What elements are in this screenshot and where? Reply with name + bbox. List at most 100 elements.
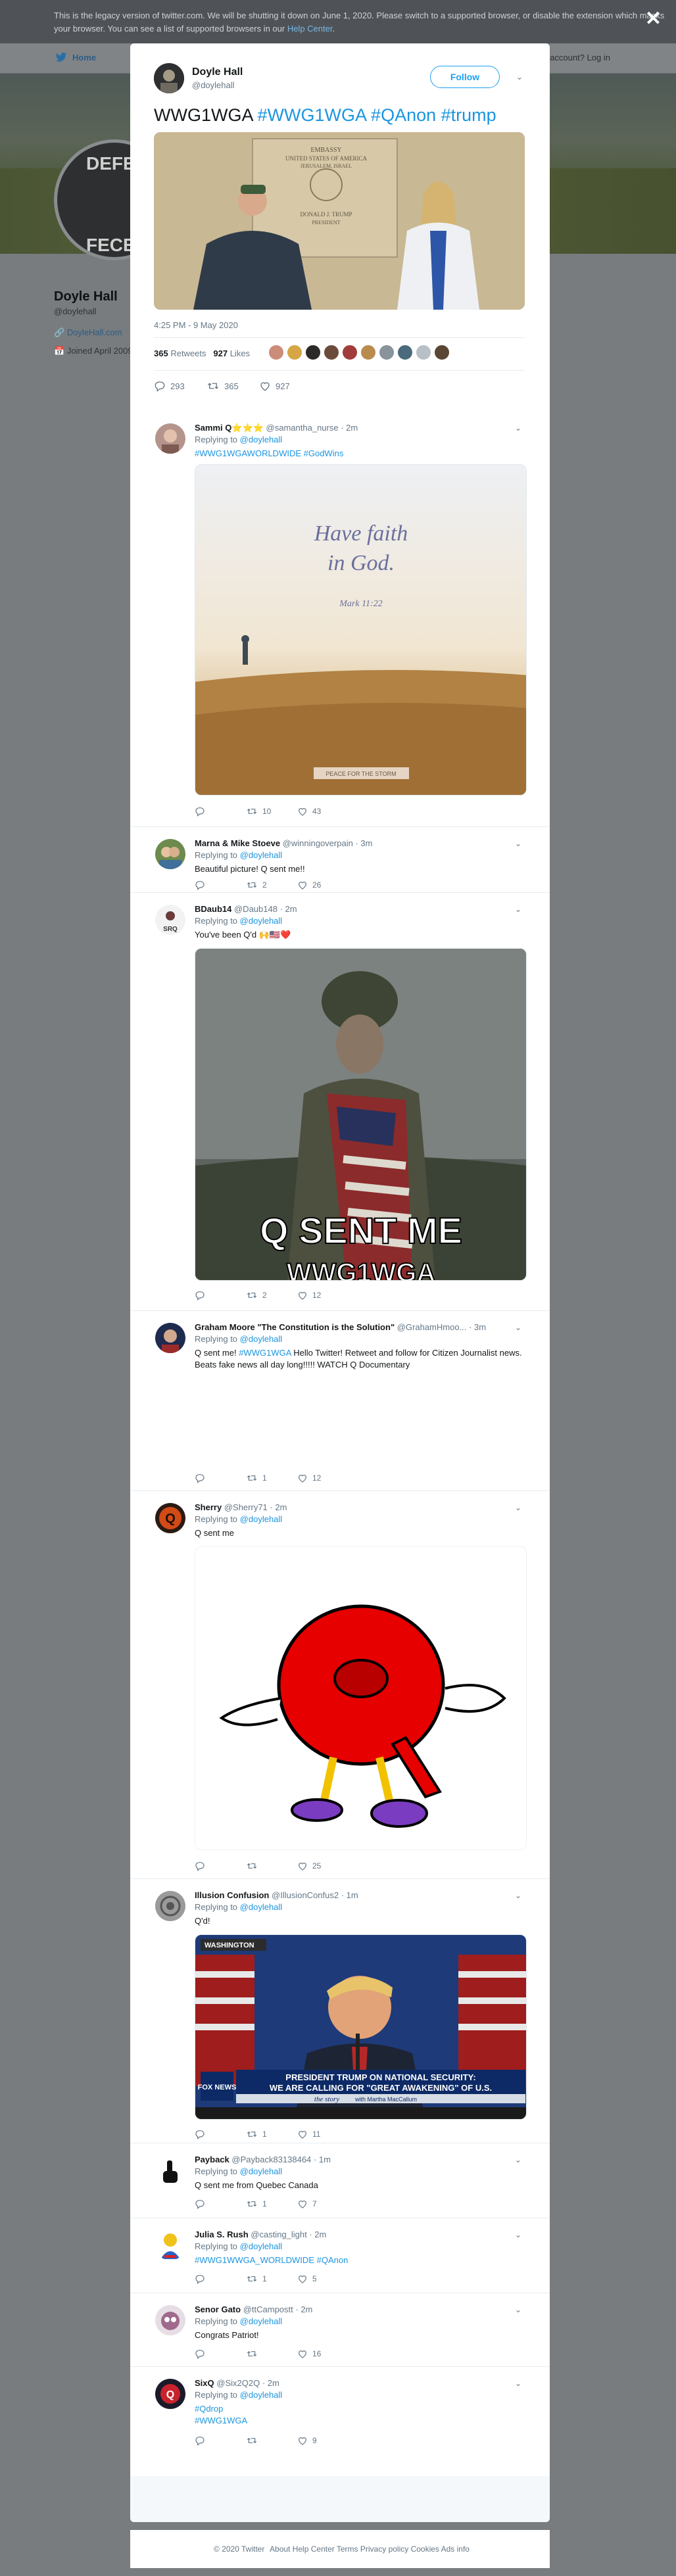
reply-action[interactable]: 293 (154, 380, 185, 392)
reply-time[interactable]: 3m (360, 838, 372, 848)
reply-time[interactable]: 2m (268, 2378, 279, 2388)
like-action[interactable]: 12 (297, 1473, 321, 1483)
like-action[interactable]: 9 (297, 2435, 317, 2446)
reply-avatar[interactable] (155, 2305, 185, 2335)
liker-avatar[interactable] (434, 345, 450, 360)
reply-tweet[interactable]: SRQ BDaub14 @Daub148 · 2m ⌄ Replying to … (130, 893, 550, 1311)
reply-avatar[interactable] (155, 2155, 185, 2185)
help-center-link[interactable]: Help Center (287, 24, 333, 34)
reply-author[interactable]: Sammi Q⭐⭐⭐ @samantha_nurse · 2m (195, 423, 358, 433)
reply-hashtags[interactable]: #WWG1WGAWORLDWIDE #GodWins (195, 448, 343, 458)
reply-tweet[interactable]: Payback @Payback83138464 · 1m ⌄ Replying… (130, 2143, 550, 2218)
liker-avatar[interactable] (360, 345, 376, 360)
chevron-down-icon[interactable]: ⌄ (513, 2305, 523, 2316)
liker-avatar[interactable] (342, 345, 358, 360)
reply-time[interactable]: 2m (285, 904, 297, 914)
reply-tweet[interactable]: Julia S. Rush @casting_light · 2m ⌄ Repl… (130, 2218, 550, 2293)
retweet-action[interactable]: 2 (246, 880, 267, 890)
like-action[interactable]: 43 (297, 806, 321, 817)
footer-terms-link[interactable]: Terms (337, 2544, 358, 2554)
liker-avatar[interactable] (305, 345, 321, 360)
reply-action[interactable] (195, 1473, 210, 1483)
chevron-down-icon[interactable]: ⌄ (513, 423, 523, 434)
reply-action[interactable] (195, 2435, 210, 2446)
hashtag-link[interactable]: #trump (441, 105, 496, 125)
chevron-down-icon[interactable]: ⌄ (514, 72, 525, 83)
reply-author[interactable]: Marna & Mike Stoeve @winningoverpain · 3… (195, 838, 372, 848)
retweet-action[interactable]: 1 (246, 2129, 267, 2139)
like-action[interactable]: 26 (297, 880, 321, 890)
retweet-action[interactable]: 1 (246, 2274, 267, 2284)
author-handle[interactable]: @doylehall (192, 80, 235, 90)
author-avatar[interactable] (154, 63, 184, 93)
reply-tweet[interactable]: Marna & Mike Stoeve @winningoverpain · 3… (130, 827, 550, 893)
footer-privacy-link[interactable]: Privacy policy (360, 2544, 408, 2554)
replying-to-handle[interactable]: @doylehall (240, 2166, 283, 2176)
reply-image[interactable] (195, 1546, 527, 1850)
reply-image[interactable]: WASHINGTON PRESIDENT TRUMP ON NATIONAL S… (195, 1934, 527, 2120)
reply-author[interactable]: Graham Moore "The Constitution is the So… (195, 1322, 486, 1332)
reply-avatar[interactable] (155, 1891, 185, 1921)
like-action[interactable]: 12 (297, 1290, 321, 1300)
like-action[interactable]: 25 (297, 1861, 321, 1871)
reply-action[interactable] (195, 2349, 210, 2359)
reply-author[interactable]: Senor Gato @ttCampostt · 2m (195, 2304, 312, 2314)
liker-avatar[interactable] (287, 345, 302, 360)
author-name[interactable]: Doyle Hall (192, 66, 243, 78)
retweet-action[interactable]: 10 (246, 806, 271, 817)
replying-to-handle[interactable]: @doylehall (240, 2390, 283, 2400)
replying-to-handle[interactable]: @doylehall (240, 916, 283, 926)
like-action[interactable]: 16 (297, 2349, 321, 2359)
tweet-photo[interactable]: EMBASSY UNITED STATES OF AMERICA JERUSAL… (154, 132, 525, 310)
reply-avatar[interactable] (155, 423, 185, 454)
like-action[interactable]: 927 (259, 380, 290, 392)
reply-author[interactable]: Illusion Confusion @IllusionConfus2 · 1m (195, 1890, 358, 1900)
replying-to-handle[interactable]: @doylehall (240, 435, 283, 444)
like-action[interactable]: 11 (297, 2129, 320, 2139)
reply-time[interactable]: 2m (275, 1502, 287, 1512)
replying-to-handle[interactable]: @doylehall (240, 1334, 283, 1344)
reply-time[interactable]: 2m (314, 2230, 326, 2239)
follow-button[interactable]: Follow (430, 66, 500, 88)
reply-action[interactable] (195, 1290, 210, 1300)
replying-to-handle[interactable]: @doylehall (240, 850, 283, 860)
liker-avatar[interactable] (416, 345, 431, 360)
likes-count[interactable]: 927 (213, 348, 228, 358)
retweet-action[interactable] (246, 1861, 262, 1871)
reply-hashtags[interactable]: #WWG1WWGA_WORLDWIDE #QAnon (195, 2255, 348, 2265)
retweets-label[interactable]: Retweets (170, 348, 206, 358)
close-icon[interactable]: ✕ (645, 9, 662, 29)
retweet-action[interactable]: 1 (246, 2199, 267, 2209)
liker-avatar[interactable] (324, 345, 339, 360)
likes-label[interactable]: Likes (230, 348, 250, 358)
chevron-down-icon[interactable]: ⌄ (513, 2379, 523, 2389)
background-profile-link[interactable]: 🔗 DoyleHall.com (54, 327, 122, 338)
chevron-down-icon[interactable]: ⌄ (513, 1323, 523, 1333)
reply-action[interactable] (195, 2274, 210, 2284)
reply-tweet[interactable]: Graham Moore "The Constitution is the So… (130, 1311, 550, 1491)
chevron-down-icon[interactable]: ⌄ (513, 905, 523, 915)
reply-avatar[interactable] (155, 839, 185, 869)
retweet-action[interactable]: 2 (246, 1290, 267, 1300)
reply-action[interactable] (195, 880, 210, 890)
retweet-action[interactable] (246, 2435, 262, 2446)
footer-about-link[interactable]: About (270, 2544, 290, 2554)
liker-avatar[interactable] (397, 345, 413, 360)
replying-to-handle[interactable]: @doylehall (240, 2316, 283, 2326)
hashtag-link[interactable]: #QAnon (371, 105, 436, 125)
chevron-down-icon[interactable]: ⌄ (513, 1503, 523, 1514)
reply-avatar[interactable]: SRQ (155, 905, 185, 935)
hashtag-link[interactable]: #Qdrop (195, 2404, 223, 2414)
retweet-action[interactable]: 365 (206, 380, 239, 392)
reply-time[interactable]: 2m (346, 423, 358, 433)
chevron-down-icon[interactable]: ⌄ (513, 839, 523, 849)
reply-tweet[interactable]: Senor Gato @ttCampostt · 2m ⌄ Replying t… (130, 2293, 550, 2367)
retweets-count[interactable]: 365 (154, 348, 168, 358)
footer-help-link[interactable]: Help Center (293, 2544, 335, 2554)
reply-tweet[interactable]: Sammi Q⭐⭐⭐ @samantha_nurse · 2m ⌄ Replyi… (130, 412, 550, 827)
replying-to-handle[interactable]: @doylehall (240, 2241, 283, 2251)
liker-avatar[interactable] (379, 345, 395, 360)
reply-tweet[interactable]: Q SixQ @Six2Q2Q · 2m ⌄ Replying to @doyl… (130, 2367, 550, 2459)
chevron-down-icon[interactable]: ⌄ (513, 2230, 523, 2241)
liker-avatar[interactable] (268, 345, 284, 360)
